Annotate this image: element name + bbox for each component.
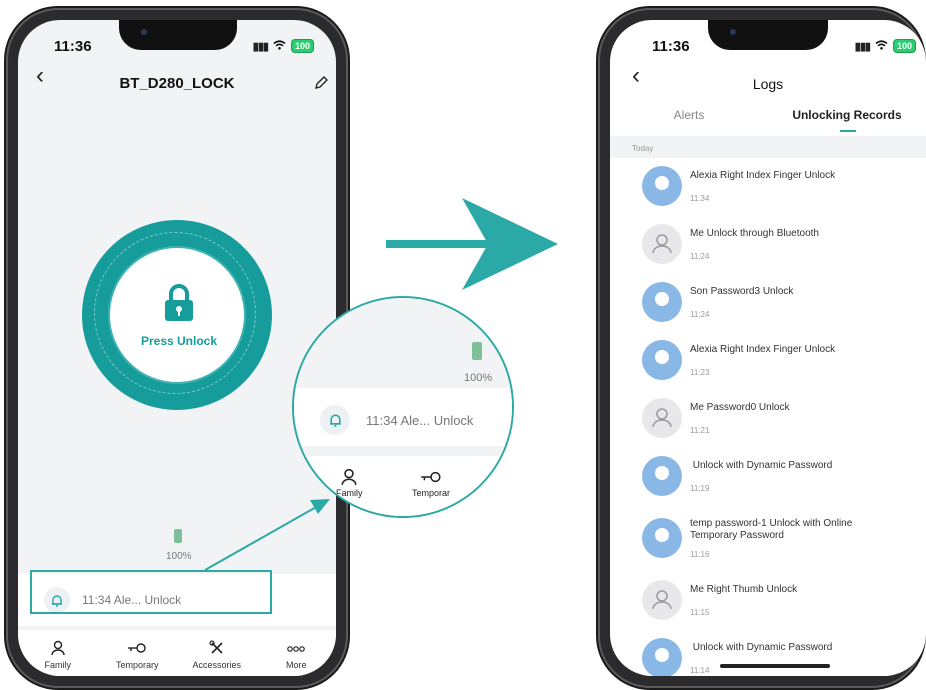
record-time: 11:15 [690,608,710,617]
home-indicator [720,664,830,668]
user-avatar-icon [642,518,682,558]
magnifier-battery-percent: 100% [464,372,493,384]
record-time: 11:24 [690,252,710,261]
record-title: Me Password0 Unlock [690,402,790,413]
record-time: 11:16 [690,550,710,559]
default-avatar-icon [642,580,682,620]
bell-icon [320,405,350,435]
record-item[interactable]: Me Right Thumb Unlock 11:15 [642,580,926,620]
battery-badge: 100 [892,39,916,53]
record-title: Alexia Right Index Finger Unlock [690,170,836,181]
logs-tabs: Alerts Unlocking Records [610,108,926,122]
record-title: Unlock with Dynamic Password [690,460,833,471]
record-item[interactable]: Son Password3 Unlock 11:24 [642,282,926,322]
tab-alerts[interactable]: Alerts [610,108,768,122]
default-avatar-icon [642,398,682,438]
user-avatar-icon [642,456,682,496]
record-title: Me Right Thumb Unlock [690,584,798,595]
record-item[interactable]: Me Unlock through Bluetooth 11:24 [642,224,926,264]
user-avatar-icon [642,166,682,206]
battery-icon [472,342,482,360]
record-item[interactable]: Unlock with Dynamic Password 11:19 [642,456,926,496]
record-item[interactable]: Unlock with Dynamic Password 11:14 [642,638,926,676]
status-time: 11:36 [652,38,690,55]
default-avatar-icon [642,224,682,264]
record-item[interactable]: Alexia Right Index Finger Unlock 11:34 [642,166,926,206]
active-tab-indicator [840,130,856,132]
record-title: Unlock with Dynamic Password [690,642,833,653]
tab-unlocking-records[interactable]: Unlocking Records [768,108,926,122]
status-bar: 11:36 ▮▮▮ 100 [610,38,926,58]
magnifier-alert-text: 11:34 Ale... Unlock [366,412,474,428]
user-avatar-icon [642,282,682,322]
magnifier-tab-temporary: Temporar [412,468,450,498]
user-avatar-icon [642,340,682,380]
record-title: Son Password3 Unlock [690,286,794,297]
record-time: 11:19 [690,484,710,493]
record-time: 11:23 [690,368,710,377]
record-item[interactable]: Me Password0 Unlock 11:21 [642,398,926,438]
magnifier-tab-family: Family [336,468,363,498]
magnifier-zoom: 100% 11:34 Ale... Unlock Family Temporar [292,296,514,518]
record-time: 11:21 [690,426,710,435]
record-title: Alexia Right Index Finger Unlock [690,344,836,355]
signal-icon: ▮▮▮ [854,40,871,53]
record-title: temp password-1 Unlock with Online Tempo… [690,518,853,541]
record-item[interactable]: Alexia Right Index Finger Unlock 11:23 [642,340,926,380]
wifi-icon [875,39,888,53]
magnifier-alert-bar: 11:34 Ale... Unlock [294,394,512,446]
record-item[interactable]: temp password-1 Unlock with Online Tempo… [642,514,926,559]
key-icon [421,471,441,483]
person-icon [341,468,357,486]
page-title: Logs [752,76,784,92]
record-title: Me Unlock through Bluetooth [690,228,819,239]
section-header: Today [610,136,926,158]
user-avatar-icon [642,638,682,676]
tab-label: Family [336,488,363,498]
right-screen: 11:36 ▮▮▮ 100 ‹ Logs Alerts Unlocking Re… [610,20,926,676]
tab-label: Temporar [412,488,451,498]
right-phone: 11:36 ▮▮▮ 100 ‹ Logs Alerts Unlocking Re… [598,8,926,688]
record-time: 11:24 [690,310,710,319]
section-label: Today [632,144,654,153]
record-time: 11:34 [690,194,710,203]
